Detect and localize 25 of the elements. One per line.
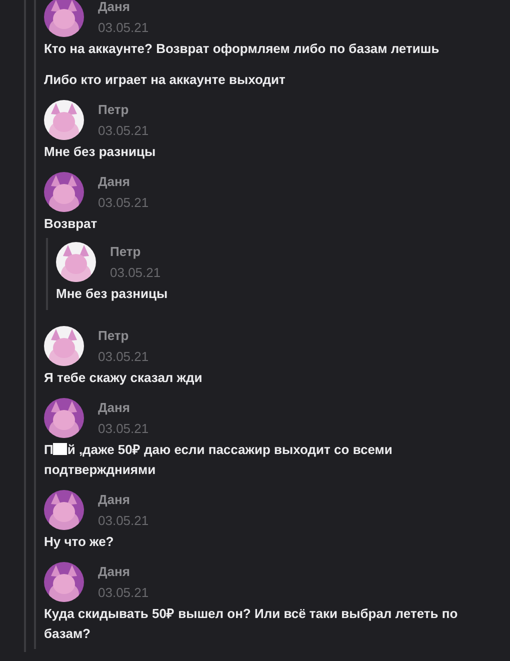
message-date: 03.05.21	[98, 195, 149, 211]
message-date: 03.05.21	[98, 421, 149, 437]
message-text: П й ,даже 50₽ даю если пассажир выходит со всеми подтверждниями	[44, 441, 394, 479]
message-date: 03.05.21	[98, 20, 149, 36]
message-date: 03.05.21	[98, 123, 149, 139]
message-text: Куда скидывать 50₽ вышел он? Или всё таки выбрал лететь по базам?	[44, 605, 459, 643]
author-name[interactable]: Даня	[98, 492, 149, 508]
author-name[interactable]: Даня	[98, 400, 149, 416]
quoted-message-text: Мне без разницы	[56, 285, 169, 303]
author-name[interactable]: Петр	[110, 244, 161, 260]
message-text: Ну что же?	[44, 533, 115, 551]
author-name[interactable]: Даня	[98, 0, 149, 15]
author-name[interactable]: Петр	[98, 328, 149, 344]
message-text: Мне без разницы	[44, 143, 157, 161]
message-date: 03.05.21	[98, 349, 149, 365]
message-date: 03.05.21	[98, 585, 149, 601]
author-name[interactable]: Даня	[98, 174, 149, 190]
author-name[interactable]: Петр	[98, 102, 149, 118]
author-name[interactable]: Даня	[98, 564, 149, 580]
message-text: Я тебе скажу сказал жди	[44, 369, 204, 387]
message-text: Возврат	[44, 215, 98, 233]
message-text: Кто на аккаунте? Возврат оформляем либо по базам летишь	[44, 40, 440, 58]
message-date: 03.05.21	[110, 265, 161, 281]
message-text: Либо кто играет на аккаунте выходит	[44, 71, 286, 89]
message-date: 03.05.21	[98, 513, 149, 529]
